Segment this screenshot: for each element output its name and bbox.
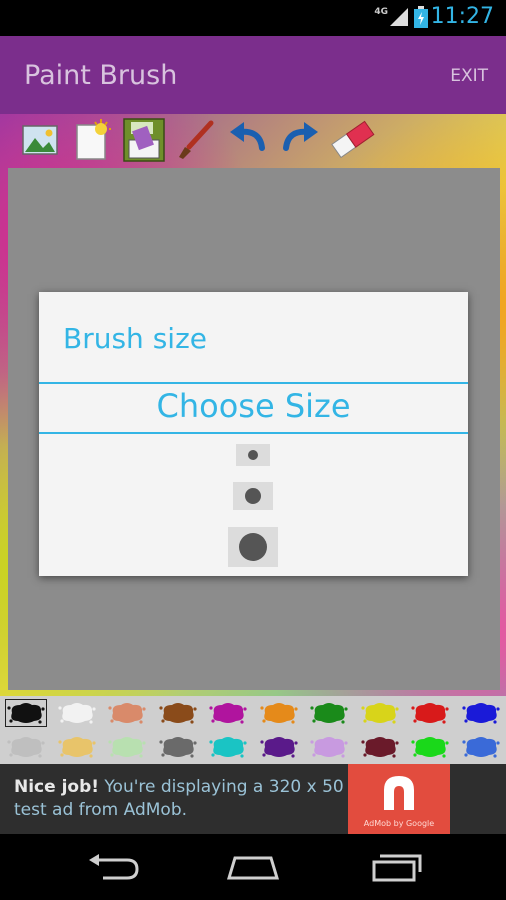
gallery-button[interactable]: [14, 116, 66, 164]
status-time: 11:27: [430, 4, 494, 29]
paint-splat-icon: [57, 737, 96, 758]
redo-icon: [283, 122, 318, 151]
medium-dot-icon: [245, 488, 261, 504]
ad-logo-caption: AdMob by Google: [363, 819, 435, 828]
paint-splat-icon: [259, 703, 298, 724]
app-bar: Paint Brush EXIT: [0, 36, 506, 114]
choose-size-label: Choose Size: [156, 387, 351, 425]
color-swatch[interactable]: [259, 700, 299, 726]
toolbar: [0, 114, 506, 166]
color-swatch[interactable]: [461, 700, 501, 726]
color-swatch[interactable]: [410, 700, 450, 726]
brush-size-medium-button[interactable]: [233, 482, 273, 510]
ad-text: Nice job! You're displaying a 320 x 50 t…: [14, 776, 344, 822]
paint-splat-icon: [108, 737, 146, 758]
network-type: 4G: [374, 7, 388, 17]
recents-button[interactable]: [368, 852, 428, 882]
color-swatch[interactable]: [107, 734, 147, 760]
nav-bar: [0, 834, 506, 900]
color-swatch[interactable]: [6, 734, 46, 760]
eraser-button[interactable]: [326, 116, 378, 164]
new-page-button[interactable]: [66, 116, 118, 164]
paint-splat-icon: [461, 737, 500, 758]
app-title: Paint Brush: [24, 60, 178, 91]
color-swatch[interactable]: [360, 734, 400, 760]
exit-button[interactable]: EXIT: [450, 66, 488, 86]
small-dot-icon: [248, 450, 258, 460]
paint-splat-icon: [411, 737, 449, 758]
status-bar: 4G 11:27: [0, 0, 506, 36]
color-swatch[interactable]: [208, 734, 248, 760]
color-swatch[interactable]: [57, 700, 97, 726]
battery-icon: [414, 6, 428, 28]
paint-splat-icon: [209, 737, 247, 758]
recents-icon: [372, 854, 422, 882]
brush-size-small-button[interactable]: [236, 444, 270, 466]
paint-splat-icon: [461, 703, 500, 724]
brush-icon: [179, 120, 214, 159]
paint-splat-icon: [209, 703, 247, 724]
admob-icon: [384, 776, 414, 810]
back-button[interactable]: [83, 852, 143, 882]
save-button[interactable]: [118, 116, 170, 164]
back-icon: [89, 854, 139, 880]
paint-splat-icon: [158, 703, 197, 724]
paint-splat-icon: [259, 737, 298, 758]
color-swatch[interactable]: [158, 734, 198, 760]
large-dot-icon: [239, 533, 267, 561]
subtitle-divider: [39, 432, 468, 434]
color-swatch[interactable]: [309, 734, 349, 760]
color-swatch[interactable]: [57, 734, 97, 760]
paint-splat-icon: [57, 703, 96, 724]
color-swatch[interactable]: [259, 734, 299, 760]
ad-headline: Nice job!: [14, 777, 100, 797]
undo-icon: [230, 122, 265, 151]
color-swatch[interactable]: [309, 700, 349, 726]
home-button[interactable]: [223, 852, 283, 882]
brush-size-large-button[interactable]: [228, 527, 278, 567]
color-swatch[interactable]: [360, 700, 400, 726]
brush-size-dialog: Brush size Choose Size: [39, 292, 468, 576]
undo-button[interactable]: [222, 116, 274, 164]
color-swatch[interactable]: [410, 734, 450, 760]
color-swatch[interactable]: [158, 700, 198, 726]
color-swatch[interactable]: [208, 700, 248, 726]
paint-splat-icon: [360, 703, 399, 724]
color-swatch[interactable]: [5, 699, 47, 727]
dialog-title: Brush size: [63, 322, 207, 355]
paint-splat-icon: [310, 737, 348, 758]
color-swatch[interactable]: [461, 734, 501, 760]
home-icon: [226, 856, 280, 880]
brush-button[interactable]: [170, 116, 222, 164]
paint-splat-icon: [360, 737, 399, 758]
paint-splat-icon: [411, 703, 449, 724]
ad-banner[interactable]: Nice job! You're displaying a 320 x 50 t…: [0, 764, 506, 834]
paint-splat-icon: [7, 703, 45, 724]
paint-splat-icon: [7, 737, 45, 758]
paint-splat-icon: [310, 703, 348, 724]
eraser-icon: [331, 120, 375, 159]
save-icon: [123, 118, 165, 162]
color-swatch[interactable]: [107, 700, 147, 726]
new-page-icon: [76, 119, 111, 160]
gallery-icon: [22, 125, 58, 155]
admob-logo[interactable]: AdMob by Google: [348, 764, 450, 834]
redo-button[interactable]: [274, 116, 326, 164]
title-divider: [39, 382, 468, 384]
paint-splat-icon: [108, 703, 146, 724]
color-palette: [0, 696, 506, 764]
signal-icon: [390, 8, 408, 26]
paint-splat-icon: [158, 737, 197, 758]
